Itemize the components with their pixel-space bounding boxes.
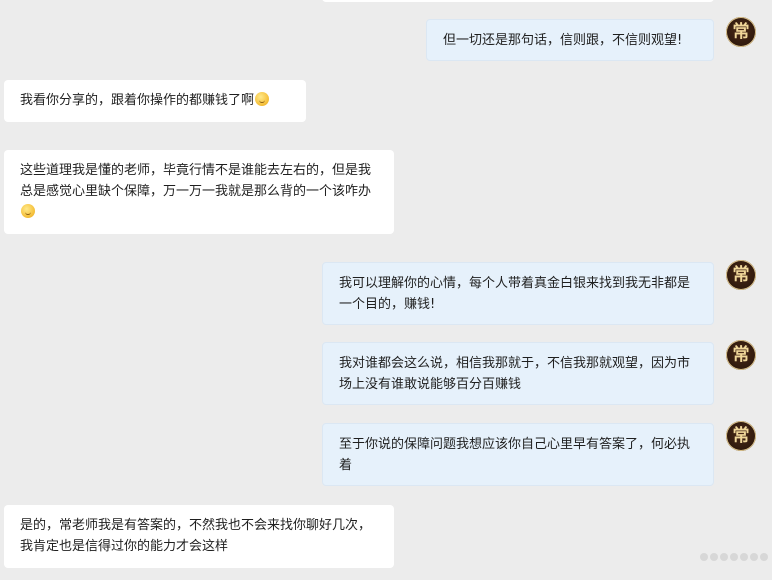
avatar[interactable]: 常: [726, 260, 756, 290]
chat-message-list: 但一切还是那句话，信则跟，不信则观望! 常 我看你分享的，跟着你操作的都赚钱了啊…: [0, 0, 772, 580]
message-bubble-outgoing: 我可以理解你的心情，每个人带着真金白银来找到我无非都是一个目的，赚钱!: [322, 262, 714, 325]
avatar[interactable]: 常: [726, 421, 756, 451]
message-bubble-outgoing: 我对谁都会这么说，相信我那就于，不信我那就观望，因为市场上没有谁敢说能够百分百赚…: [322, 342, 714, 405]
message-text: 这些道理我是懂的老师，毕竟行情不是谁能去左右的，但是我总是感觉心里缺个保障，万一…: [20, 163, 372, 199]
avatar-char: 常: [732, 22, 750, 42]
message-text: 我对谁都会这么说，相信我那就于，不信我那就观望，因为市场上没有谁敢说能够百分百赚…: [339, 356, 691, 392]
avatar-char: 常: [732, 265, 750, 285]
message-bubble-incoming: 这些道理我是懂的老师，毕竟行情不是谁能去左右的，但是我总是感觉心里缺个保障，万一…: [4, 150, 394, 234]
message-text: 是的，常老师我是有答案的，不然我也不会来找你聊好几次，我肯定也是信得过你的能力才…: [20, 518, 372, 554]
laughing-crying-emoji-icon: [255, 92, 270, 106]
message-bubble-outgoing: 但一切还是那句话，信则跟，不信则观望!: [426, 19, 714, 61]
sweat-smile-emoji-icon: [21, 204, 35, 218]
message-text: 至于你说的保障问题我想应该你自己心里早有答案了，何必执着: [339, 437, 691, 473]
message-text: 我看你分享的，跟着你操作的都赚钱了啊: [20, 93, 255, 108]
message-bubble-incoming: 是的，常老师我是有答案的，不然我也不会来找你聊好几次，我肯定也是信得过你的能力才…: [4, 505, 394, 568]
avatar[interactable]: 常: [726, 17, 756, 47]
avatar-char: 常: [732, 345, 750, 365]
message-bubble-outgoing: 至于你说的保障问题我想应该你自己心里早有答案了，何必执着: [322, 423, 714, 486]
avatar[interactable]: 常: [726, 340, 756, 370]
message-text: 但一切还是那句话，信则跟，不信则观望!: [443, 33, 683, 48]
message-bubble-partial: [322, 0, 714, 2]
message-text: 我可以理解你的心情，每个人带着真金白银来找到我无非都是一个目的，赚钱!: [339, 276, 691, 312]
more-options-icon[interactable]: [700, 553, 768, 561]
message-bubble-incoming: 我看你分享的，跟着你操作的都赚钱了啊: [4, 80, 306, 122]
avatar-char: 常: [732, 426, 750, 446]
